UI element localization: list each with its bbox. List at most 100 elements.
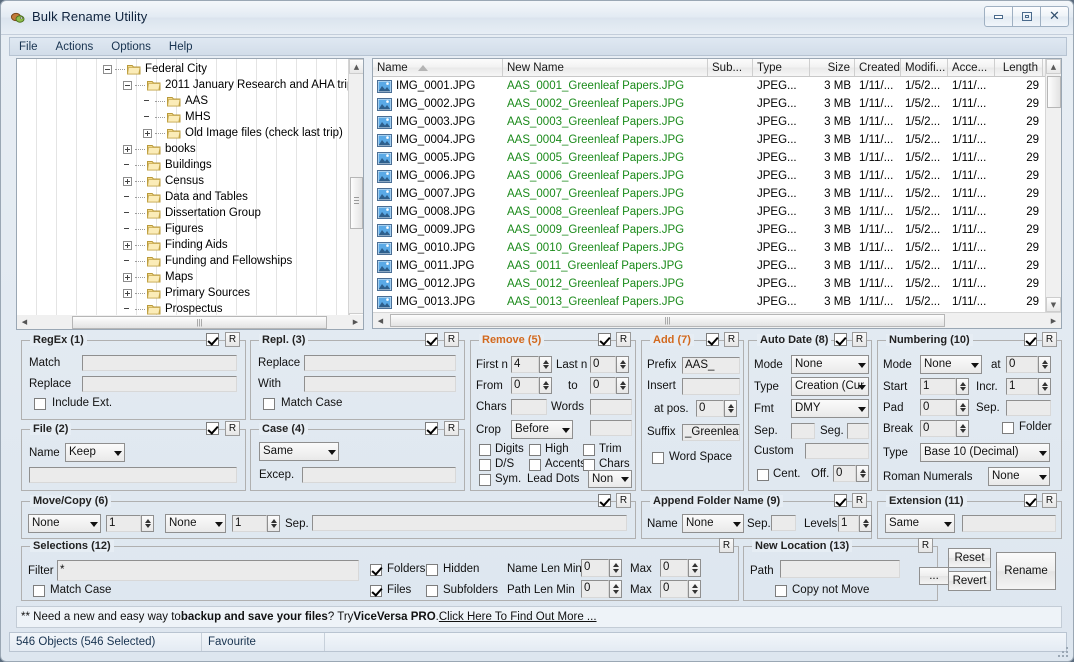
remove-digits-checkbox[interactable] [479,444,491,456]
numbering-roman-select[interactable]: None [988,467,1050,486]
remove-last-n-spinner[interactable] [616,356,629,373]
tree-node[interactable]: Buildings [17,157,348,173]
file-row[interactable]: IMG_0010.JPGAAS_0010_Greenleaf Papers.JP… [373,239,1045,257]
file-row[interactable]: IMG_0001.JPGAAS_0001_Greenleaf Papers.JP… [373,77,1045,95]
file-row[interactable]: IMG_0002.JPGAAS_0002_Greenleaf Papers.JP… [373,95,1045,113]
numbering-pad-spinner[interactable] [956,399,969,416]
add-enable-checkbox[interactable] [706,333,719,346]
auto-date-type-select[interactable]: Creation (Cur [791,377,869,396]
remove-high-checkbox[interactable] [529,444,541,456]
remove-last-n-input[interactable]: 0 [590,356,616,373]
list-scroll-thumb[interactable] [1047,76,1061,108]
tree-vertical-scrollbar[interactable]: ▲ ▼ [348,59,363,328]
numbering-incr-spinner[interactable] [1038,378,1051,395]
selections-filter-input[interactable]: * [57,560,359,581]
selections-path-len-min-spinner[interactable] [609,580,622,598]
file-row[interactable]: IMG_0003.JPGAAS_0003_Greenleaf Papers.JP… [373,113,1045,131]
extension-reset-button[interactable]: R [1042,493,1057,508]
extension-value-input[interactable] [962,515,1056,532]
menu-actions[interactable]: Actions [47,40,103,54]
menu-help[interactable]: Help [160,40,202,54]
append-folder-enable-checkbox[interactable] [834,494,847,507]
case-mode-select[interactable]: Same [259,442,339,461]
numbering-enable-checkbox[interactable] [1024,333,1037,346]
tree-node[interactable]: Maps [17,269,348,285]
move-copy-val2-input[interactable]: 1 [232,515,267,532]
list-hscroll-thumb[interactable]: ||| [390,314,945,327]
selections-name-len-max-spinner[interactable] [688,559,701,577]
remove-to-spinner[interactable] [616,377,629,394]
move-copy-reset-button[interactable]: R [616,493,631,508]
move-copy-mode2-select[interactable]: None [165,514,226,533]
tree-node[interactable]: Funding and Fellowships [17,253,348,269]
column-header-created[interactable]: Created [855,59,901,76]
repl-replace-input[interactable] [304,355,456,371]
numbering-at-input[interactable]: 0 [1006,356,1038,373]
file-row[interactable]: IMG_0011.JPGAAS_0011_Greenleaf Papers.JP… [373,257,1045,275]
selections-folders-checkbox[interactable] [370,564,382,576]
auto-date-off-input[interactable]: 0 [833,465,856,482]
column-header-acce[interactable]: Acce... [948,59,995,76]
repl-with-input[interactable] [304,376,456,392]
tree-node[interactable]: 2011 January Research and AHA trip [17,77,348,93]
remove-reset-button[interactable]: R [616,332,631,347]
list-scroll-right-arrow[interactable]: ▶ [1046,314,1061,327]
numbering-folder-checkbox[interactable] [1002,422,1014,434]
file-list-header[interactable]: NameNew NameSub...TypeSizeCreatedModifi.… [373,59,1061,77]
remove-chars-input[interactable] [511,399,547,415]
auto-date-cent-checkbox[interactable] [757,469,769,481]
file-row[interactable]: IMG_0005.JPGAAS_0005_Greenleaf Papers.JP… [373,149,1045,167]
numbering-start-input[interactable]: 1 [920,378,956,395]
tree-collapse-icon[interactable] [123,81,132,90]
repl-reset-button[interactable]: R [444,332,459,347]
status-favourite[interactable]: Favourite [202,633,325,651]
move-copy-mode1-select[interactable]: None [28,514,101,533]
tree-horizontal-scrollbar[interactable]: ◀ ||| ▶ [16,315,364,330]
file-row[interactable]: IMG_0006.JPGAAS_0006_Greenleaf Papers.JP… [373,167,1045,185]
selections-path-len-min-input[interactable]: 0 [581,580,609,598]
remove-from-input[interactable]: 0 [511,377,539,394]
append-folder-name-select[interactable]: None [682,514,744,533]
auto-date-mode-select[interactable]: None [791,355,869,374]
list-horizontal-scrollbar[interactable]: ◀ ||| ▶ [373,312,1061,328]
regex-replace-input[interactable] [82,376,237,392]
remove-words-input[interactable] [590,399,632,415]
menu-options[interactable]: Options [102,40,160,54]
column-header-sub[interactable]: Sub... [708,59,753,76]
remove-accents-checkbox[interactable] [529,459,541,471]
tree-scroll-right-arrow[interactable]: ▶ [348,316,363,329]
regex-reset-button[interactable]: R [225,332,240,347]
file-name-input[interactable] [29,467,237,483]
auto-date-custom-input[interactable] [805,443,869,459]
numbering-reset-button[interactable]: R [1042,332,1057,347]
tree-expand-icon[interactable] [123,177,132,186]
tree-node[interactable]: Finding Aids [17,237,348,253]
file-row[interactable]: IMG_0007.JPGAAS_0007_Greenleaf Papers.JP… [373,185,1045,203]
move-copy-val1-input[interactable]: 1 [106,515,141,532]
selections-files-checkbox[interactable] [370,585,382,597]
numbering-break-spinner[interactable] [956,420,969,437]
selections-path-len-max-spinner[interactable] [688,580,701,598]
tree-node[interactable]: Old Image files (check last trip) [17,125,348,141]
remove-lead-dots-select[interactable]: Non [588,470,632,488]
append-folder-levels-input[interactable]: 1 [838,515,859,532]
tree-scroll-up-arrow[interactable]: ▲ [349,59,364,74]
extension-mode-select[interactable]: Same [885,514,955,533]
numbering-incr-input[interactable]: 1 [1006,378,1038,395]
case-excep-input[interactable] [302,467,456,483]
remove-trim-checkbox[interactable] [583,444,595,456]
auto-date-sep-input[interactable] [791,423,815,439]
move-copy-enable-checkbox[interactable] [598,494,611,507]
selections-reset-button[interactable]: R [719,538,734,553]
list-scroll-up-arrow[interactable]: ▲ [1046,59,1061,74]
repl-match-case-checkbox[interactable] [263,398,275,410]
regex-include-ext-checkbox[interactable] [34,398,46,410]
tree-hscroll-thumb[interactable]: ||| [72,316,327,329]
tree-node[interactable]: Dissertation Group [17,205,348,221]
numbering-sep-input[interactable] [1006,400,1051,416]
tree-node[interactable]: MHS [17,109,348,125]
column-header-length[interactable]: Length [995,59,1043,76]
selections-match-case-checkbox[interactable] [33,585,45,597]
numbering-at-spinner[interactable] [1038,356,1051,373]
close-button[interactable]: ✕ [1040,6,1069,27]
